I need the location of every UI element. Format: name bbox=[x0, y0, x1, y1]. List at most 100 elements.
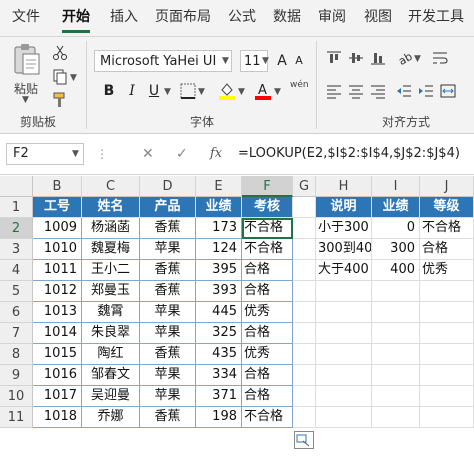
empty-cell[interactable] bbox=[420, 407, 474, 428]
column-header-E[interactable]: E bbox=[196, 176, 242, 197]
row-header-2[interactable]: 2 bbox=[0, 218, 33, 239]
empty-cell[interactable] bbox=[372, 365, 420, 386]
empty-cell[interactable] bbox=[293, 344, 316, 365]
empty-cell[interactable] bbox=[293, 323, 316, 344]
tab-view[interactable]: 视图 bbox=[364, 0, 392, 36]
tab-formulas[interactable]: 公式 bbox=[228, 0, 256, 36]
row-header-10[interactable]: 10 bbox=[0, 386, 33, 407]
table-cell[interactable]: 1009 bbox=[33, 218, 82, 239]
align-bottom-icon[interactable] bbox=[370, 50, 386, 66]
fill-color-icon[interactable] bbox=[218, 81, 236, 101]
tab-file[interactable]: 文件 bbox=[12, 0, 40, 36]
table-cell[interactable]: 不合格 bbox=[242, 407, 293, 428]
table-cell[interactable]: 乔娜 bbox=[82, 407, 140, 428]
tab-review[interactable]: 审阅 bbox=[318, 0, 346, 36]
underline-button[interactable]: U bbox=[146, 79, 162, 103]
copy-dropdown-icon[interactable]: ▼ bbox=[70, 73, 77, 83]
shrink-font-button[interactable]: A bbox=[292, 50, 306, 72]
tab-data[interactable]: 数据 bbox=[273, 0, 301, 36]
empty-cell[interactable] bbox=[372, 281, 420, 302]
table-cell[interactable]: 合格 bbox=[242, 386, 293, 407]
font-color-dropdown-icon[interactable]: ▼ bbox=[274, 87, 281, 97]
table-cell[interactable]: 1013 bbox=[33, 302, 82, 323]
lookup-header-cell[interactable]: 说明 bbox=[316, 197, 372, 218]
table-cell[interactable]: 1011 bbox=[33, 260, 82, 281]
tab-insert[interactable]: 插入 bbox=[110, 0, 138, 36]
row-header-3[interactable]: 3 bbox=[0, 239, 33, 260]
table-cell[interactable]: 1017 bbox=[33, 386, 82, 407]
table-cell[interactable]: 魏霄 bbox=[82, 302, 140, 323]
align-right-icon[interactable] bbox=[370, 83, 386, 99]
bold-button[interactable]: B bbox=[100, 79, 118, 103]
table-cell[interactable]: 优秀 bbox=[242, 344, 293, 365]
empty-cell[interactable] bbox=[372, 302, 420, 323]
font-name-dropdown-icon[interactable]: ▼ bbox=[222, 56, 229, 66]
quick-analysis-icon[interactable] bbox=[294, 431, 314, 449]
font-name-select[interactable]: Microsoft YaHei UI bbox=[94, 50, 232, 72]
row-header-7[interactable]: 7 bbox=[0, 323, 33, 344]
table-cell[interactable]: 不合格 bbox=[242, 218, 293, 239]
table-cell[interactable]: 445 bbox=[196, 302, 242, 323]
empty-cell[interactable] bbox=[372, 344, 420, 365]
paste-icon[interactable] bbox=[12, 43, 42, 77]
tab-developer[interactable]: 开发工具 bbox=[408, 0, 464, 36]
borders-icon[interactable] bbox=[180, 83, 196, 99]
column-header-B[interactable]: B bbox=[33, 176, 82, 197]
lookup-cell[interactable]: 300 bbox=[372, 239, 420, 260]
table-cell[interactable]: 1014 bbox=[33, 323, 82, 344]
formula-input[interactable]: =LOOKUP(E2,$I$2:$I$4,$J$2:$J$4) bbox=[238, 143, 460, 165]
table-header-cell[interactable]: 姓名 bbox=[82, 197, 140, 218]
table-cell[interactable]: 393 bbox=[196, 281, 242, 302]
align-left-icon[interactable] bbox=[326, 83, 342, 99]
empty-cell[interactable] bbox=[372, 323, 420, 344]
table-cell[interactable]: 1012 bbox=[33, 281, 82, 302]
table-cell[interactable]: 1018 bbox=[33, 407, 82, 428]
table-cell[interactable]: 395 bbox=[196, 260, 242, 281]
table-cell[interactable]: 325 bbox=[196, 323, 242, 344]
empty-cell[interactable] bbox=[293, 386, 316, 407]
table-cell[interactable]: 1010 bbox=[33, 239, 82, 260]
copy-icon[interactable] bbox=[52, 69, 68, 85]
empty-cell[interactable] bbox=[372, 386, 420, 407]
decrease-indent-icon[interactable] bbox=[396, 83, 412, 99]
empty-cell[interactable] bbox=[316, 407, 372, 428]
empty-cell[interactable] bbox=[420, 365, 474, 386]
table-cell[interactable]: 邹春文 bbox=[82, 365, 140, 386]
row-header-1[interactable]: 1 bbox=[0, 197, 33, 218]
italic-button[interactable]: I bbox=[124, 79, 140, 103]
table-cell[interactable]: 苹果 bbox=[140, 302, 196, 323]
table-cell[interactable]: 朱良翠 bbox=[82, 323, 140, 344]
table-cell[interactable]: 1015 bbox=[33, 344, 82, 365]
grow-font-button[interactable]: A bbox=[274, 50, 290, 72]
lookup-cell[interactable]: 大于400 bbox=[316, 260, 372, 281]
empty-cell[interactable] bbox=[420, 281, 474, 302]
font-size-dropdown-icon[interactable]: ▼ bbox=[262, 56, 269, 66]
table-cell[interactable]: 不合格 bbox=[242, 239, 293, 260]
table-cell[interactable]: 苹果 bbox=[140, 386, 196, 407]
column-header-J[interactable]: J bbox=[420, 176, 474, 197]
tab-page-layout[interactable]: 页面布局 bbox=[155, 0, 211, 36]
format-painter-icon[interactable] bbox=[52, 92, 68, 108]
orientation-dropdown-icon[interactable]: ▼ bbox=[414, 54, 421, 64]
row-header-11[interactable]: 11 bbox=[0, 407, 33, 428]
empty-cell[interactable] bbox=[420, 302, 474, 323]
table-cell[interactable]: 371 bbox=[196, 386, 242, 407]
column-header-F[interactable]: F bbox=[242, 176, 293, 197]
empty-cell[interactable] bbox=[293, 239, 316, 260]
cut-icon[interactable] bbox=[52, 45, 68, 61]
cancel-icon[interactable]: ✕ bbox=[142, 146, 154, 162]
row-header-5[interactable]: 5 bbox=[0, 281, 33, 302]
lookup-header-cell[interactable]: 业绩 bbox=[372, 197, 420, 218]
fill-color-dropdown-icon[interactable]: ▼ bbox=[238, 87, 245, 97]
align-center-icon[interactable] bbox=[348, 83, 364, 99]
table-cell[interactable]: 合格 bbox=[242, 323, 293, 344]
table-cell[interactable]: 198 bbox=[196, 407, 242, 428]
table-header-cell[interactable]: 业绩 bbox=[196, 197, 242, 218]
table-cell[interactable]: 苹果 bbox=[140, 365, 196, 386]
table-cell[interactable]: 苹果 bbox=[140, 323, 196, 344]
empty-cell[interactable] bbox=[420, 386, 474, 407]
wrap-text-icon[interactable] bbox=[432, 50, 448, 66]
table-header-cell[interactable]: 考核 bbox=[242, 197, 293, 218]
empty-cell[interactable] bbox=[293, 365, 316, 386]
align-top-icon[interactable] bbox=[326, 50, 342, 66]
